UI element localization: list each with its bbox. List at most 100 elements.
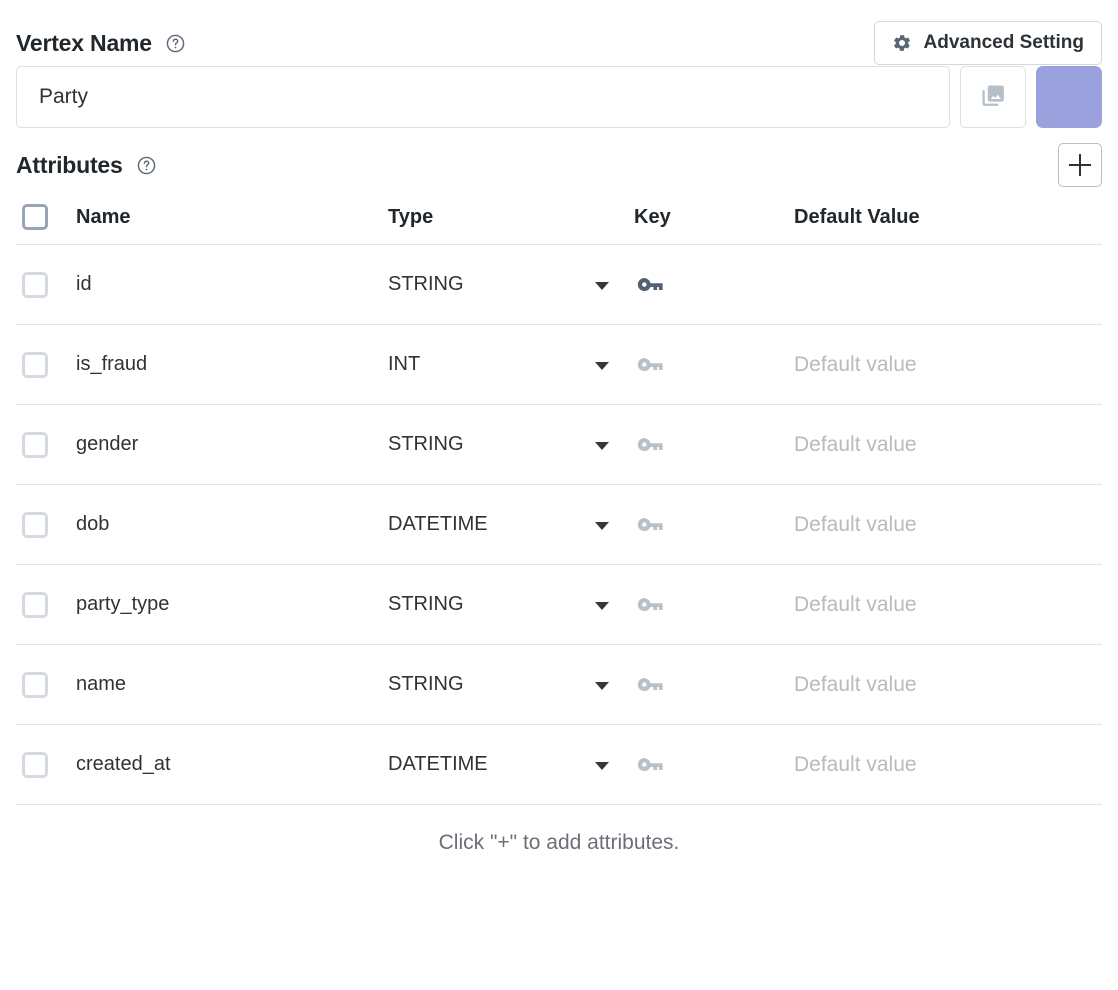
row-select-cell	[16, 432, 76, 458]
chevron-down-icon[interactable]	[595, 282, 609, 290]
default-value-input[interactable]	[794, 673, 1102, 697]
table-body: idSTRINGis_fraudINTgenderSTRINGdobDATETI…	[16, 244, 1102, 804]
chevron-down-icon[interactable]	[595, 362, 609, 370]
column-header-name: Name	[76, 206, 388, 229]
table-row: is_fraudINT	[16, 324, 1102, 404]
attribute-default-cell[interactable]	[794, 753, 1102, 777]
attribute-key-cell	[634, 668, 794, 702]
attribute-type-value: DATETIME	[388, 513, 488, 535]
key-icon[interactable]	[634, 748, 794, 782]
attribute-key-cell	[634, 588, 794, 622]
attribute-name: party_type	[76, 593, 388, 616]
attribute-type-cell[interactable]: DATETIME	[388, 753, 634, 776]
attribute-type-cell[interactable]: DATETIME	[388, 513, 634, 536]
attribute-type-cell[interactable]: STRING	[388, 273, 634, 296]
help-circle-icon[interactable]	[137, 156, 156, 175]
key-icon[interactable]	[634, 268, 794, 302]
chevron-down-icon[interactable]	[595, 442, 609, 450]
vertex-name-header: Vertex Name Advanced Setting	[16, 0, 1102, 64]
row-checkbox[interactable]	[22, 752, 48, 778]
attribute-type-value: DATETIME	[388, 753, 488, 775]
vertex-image-button[interactable]	[960, 66, 1026, 128]
attribute-type-cell[interactable]: STRING	[388, 673, 634, 696]
select-all-checkbox[interactable]	[22, 204, 48, 230]
chevron-down-icon[interactable]	[595, 762, 609, 770]
add-attribute-button[interactable]	[1058, 143, 1102, 187]
chevron-down-icon[interactable]	[595, 682, 609, 690]
row-checkbox[interactable]	[22, 672, 48, 698]
table-header-row: Name Type Key Default Value	[16, 190, 1102, 244]
default-value-input[interactable]	[794, 353, 1102, 377]
row-checkbox[interactable]	[22, 432, 48, 458]
attribute-type-value: INT	[388, 353, 420, 375]
attribute-type-cell[interactable]: INT	[388, 353, 634, 376]
row-checkbox[interactable]	[22, 592, 48, 618]
attribute-name: created_at	[76, 753, 388, 776]
plus-icon	[1069, 154, 1091, 176]
attributes-title: Attributes	[16, 154, 123, 177]
default-value-input[interactable]	[794, 753, 1102, 777]
attribute-name: name	[76, 673, 388, 696]
default-value-input[interactable]	[794, 513, 1102, 537]
advanced-setting-label: Advanced Setting	[924, 32, 1084, 54]
attribute-default-cell[interactable]	[794, 593, 1102, 617]
attribute-type-cell[interactable]: STRING	[388, 433, 634, 456]
help-circle-icon[interactable]	[166, 34, 185, 53]
attribute-default-cell[interactable]	[794, 673, 1102, 697]
attribute-name: gender	[76, 433, 388, 456]
row-checkbox[interactable]	[22, 272, 48, 298]
column-header-default: Default Value	[794, 206, 1102, 229]
key-icon[interactable]	[634, 668, 794, 702]
attribute-name: is_fraud	[76, 353, 388, 376]
table-row: dobDATETIME	[16, 484, 1102, 564]
vertex-name-input[interactable]	[16, 66, 950, 128]
column-header-type: Type	[388, 206, 634, 229]
key-icon[interactable]	[634, 588, 794, 622]
attributes-title-group: Attributes	[16, 154, 156, 177]
key-icon[interactable]	[634, 508, 794, 542]
vertex-name-row	[16, 66, 1102, 128]
attributes-table: Name Type Key Default Value idSTRINGis_f…	[16, 190, 1102, 855]
key-icon[interactable]	[634, 428, 794, 462]
row-select-cell	[16, 272, 76, 298]
attribute-name: dob	[76, 513, 388, 536]
row-select-cell	[16, 352, 76, 378]
photo-library-icon	[978, 81, 1008, 114]
advanced-setting-button[interactable]: Advanced Setting	[874, 21, 1102, 65]
attribute-name: id	[76, 273, 388, 296]
attribute-key-cell	[634, 508, 794, 542]
key-icon[interactable]	[634, 348, 794, 382]
row-select-cell	[16, 512, 76, 538]
default-value-input[interactable]	[794, 433, 1102, 457]
row-select-cell	[16, 752, 76, 778]
table-row: idSTRING	[16, 244, 1102, 324]
gear-icon	[892, 33, 912, 53]
select-all-cell	[16, 204, 76, 230]
row-select-cell	[16, 672, 76, 698]
row-checkbox[interactable]	[22, 352, 48, 378]
attribute-type-value: STRING	[388, 593, 464, 615]
attribute-type-value: STRING	[388, 673, 464, 695]
table-row: created_atDATETIME	[16, 724, 1102, 804]
add-attributes-hint: Click "+" to add attributes.	[16, 805, 1102, 855]
attribute-key-cell	[634, 428, 794, 462]
column-header-key: Key	[634, 206, 794, 229]
attribute-default-cell[interactable]	[794, 433, 1102, 457]
chevron-down-icon[interactable]	[595, 522, 609, 530]
default-value-input[interactable]	[794, 593, 1102, 617]
page-title: Vertex Name	[16, 32, 152, 55]
vertex-color-swatch[interactable]	[1036, 66, 1102, 128]
attribute-key-cell	[634, 748, 794, 782]
chevron-down-icon[interactable]	[595, 602, 609, 610]
attribute-key-cell	[634, 348, 794, 382]
attribute-type-cell[interactable]: STRING	[388, 593, 634, 616]
attribute-key-cell	[634, 268, 794, 302]
attribute-default-cell[interactable]	[794, 513, 1102, 537]
attribute-default-cell[interactable]	[794, 353, 1102, 377]
row-select-cell	[16, 592, 76, 618]
row-checkbox[interactable]	[22, 512, 48, 538]
vertex-editor-panel: Vertex Name Advanced Setting	[0, 0, 1118, 990]
table-row: nameSTRING	[16, 644, 1102, 724]
vertex-name-title-group: Vertex Name	[16, 32, 185, 55]
attributes-header: Attributes	[16, 128, 1102, 190]
